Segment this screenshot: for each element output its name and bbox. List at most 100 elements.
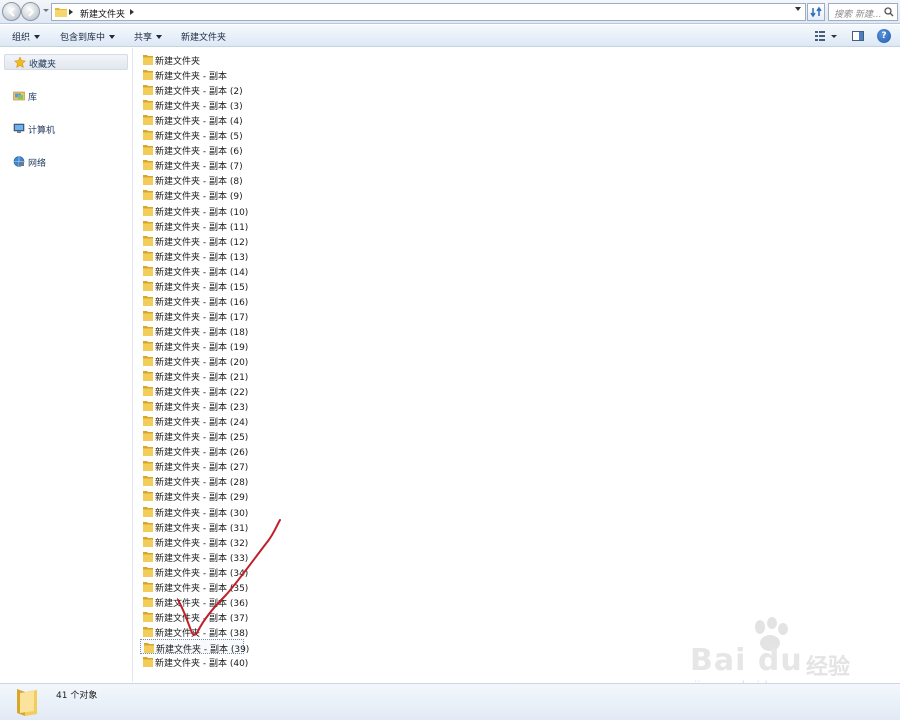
file-name: 新建文件夹 - 副本 (32) [155,539,249,549]
file-list-item[interactable]: 新建文件夹 - 副本 (25) [140,428,250,443]
folder-icon [143,537,153,547]
file-list-item[interactable]: 新建文件夹 - 副本 (26) [140,443,250,458]
file-list-item[interactable]: 新建文件夹 - 副本 (34) [140,564,250,579]
folder-icon [143,461,153,471]
file-list-item[interactable]: 新建文件夹 - 副本 (19) [140,338,250,353]
file-list-item[interactable]: 新建文件夹 - 副本 (13) [140,248,250,263]
file-list-item[interactable]: 新建文件夹 - 副本 (3) [140,97,250,112]
sidebar-item-network[interactable]: 网络 [4,154,128,170]
file-name: 新建文件夹 - 副本 (6) [155,147,243,157]
include-in-library-button[interactable]: 包含到库中 [60,30,116,43]
share-button[interactable]: 共享 [134,30,163,43]
file-list-item[interactable]: 新建文件夹 - 副本 (4) [140,112,250,127]
file-list-item[interactable]: 新建文件夹 - 副本 (24) [140,413,250,428]
folder-icon [143,115,153,125]
file-list-item[interactable]: 新建文件夹 - 副本 (28) [140,473,250,488]
recent-pages-dropdown[interactable] [43,9,49,12]
file-name: 新建文件夹 - 副本 (33) [155,554,249,564]
file-name: 新建文件夹 - 副本 (34) [155,569,249,579]
file-list-item[interactable]: 新建文件夹 - 副本 (39) [140,639,249,655]
file-list-item[interactable]: 新建文件夹 - 副本 [140,67,250,82]
file-list-item[interactable]: 新建文件夹 - 副本 (2) [140,82,250,97]
file-list-item[interactable]: 新建文件夹 - 副本 (23) [140,398,250,413]
search-icon[interactable] [884,7,894,17]
address-history-dropdown[interactable] [795,7,801,11]
file-name: 新建文件夹 - 副本 (11) [155,223,249,233]
folder-icon [143,507,153,517]
file-list-item[interactable]: 新建文件夹 - 副本 (37) [140,609,250,624]
file-list-item[interactable]: 新建文件夹 - 副本 (18) [140,323,250,338]
file-name: 新建文件夹 - 副本 (37) [155,614,249,624]
folder-icon [143,522,153,532]
file-list-item[interactable]: 新建文件夹 - 副本 (40) [140,654,250,669]
file-list-item[interactable]: 新建文件夹 - 副本 (7) [140,157,250,172]
new-folder-button[interactable]: 新建文件夹 [181,30,226,43]
file-list-item[interactable]: 新建文件夹 - 副本 (30) [140,504,250,519]
address-box[interactable]: 新建文件夹 [51,3,806,21]
help-button[interactable]: ? [877,29,891,43]
file-list-item[interactable]: 新建文件夹 - 副本 (35) [140,579,250,594]
sidebar-item-computer[interactable]: 计算机 [4,121,128,137]
file-list-item[interactable]: 新建文件夹 - 副本 (10) [140,203,250,218]
file-list-item[interactable]: 新建文件夹 - 副本 (9) [140,187,250,202]
folder-icon [55,8,67,17]
file-list-item[interactable]: 新建文件夹 - 副本 (16) [140,293,250,308]
file-list-item[interactable]: 新建文件夹 - 副本 (6) [140,142,250,157]
folder-icon [143,657,153,667]
folder-icon [143,55,153,65]
file-list-item[interactable]: 新建文件夹 - 副本 (15) [140,278,250,293]
forward-button[interactable] [21,2,40,21]
file-list-item[interactable]: 新建文件夹 - 副本 (36) [140,594,250,609]
file-list-item[interactable]: 新建文件夹 - 副本 (17) [140,308,250,323]
file-list-item[interactable]: 新建文件夹 - 副本 (11) [140,218,250,233]
file-name: 新建文件夹 - 副本 (12) [155,238,249,248]
file-list-item[interactable]: 新建文件夹 - 副本 (31) [140,519,250,534]
organize-label: 组织 [12,33,31,43]
file-name: 新建文件夹 - 副本 (14) [155,268,249,278]
file-list-item[interactable]: 新建文件夹 - 副本 (8) [140,172,250,187]
watermark-brand-cn: 经验 [806,655,851,680]
file-name: 新建文件夹 - 副本 (28) [155,478,249,488]
file-list-item[interactable]: 新建文件夹 - 副本 (33) [140,549,250,564]
folder-icon [143,175,153,185]
search-input[interactable]: 搜索 新建... [828,3,898,21]
file-list-item[interactable]: 新建文件夹 - 副本 (22) [140,383,250,398]
sidebar-item-label: 库 [28,93,38,103]
folder-icon [143,236,153,246]
chevron-down-icon [34,35,41,39]
folder-icon [143,85,153,95]
file-name: 新建文件夹 - 副本 (5) [155,132,243,142]
file-list-item[interactable]: 新建文件夹 - 副本 (12) [140,233,250,248]
file-name: 新建文件夹 - 副本 (38) [155,629,249,639]
file-list-item[interactable]: 新建文件夹 - 副本 (21) [140,368,250,383]
breadcrumb-separator-icon[interactable] [130,9,134,15]
folder-icon [143,491,153,501]
file-list-item[interactable]: 新建文件夹 - 副本 (32) [140,534,250,549]
file-list-item[interactable]: 新建文件夹 - 副本 (29) [140,488,250,503]
file-list-item[interactable]: 新建文件夹 - 副本 (5) [140,127,250,142]
file-list-item[interactable]: 新建文件夹 - 副本 (20) [140,353,250,368]
file-list-item[interactable]: 新建文件夹 - 副本 (38) [140,624,250,639]
refresh-icon [810,6,822,18]
sidebar-item-favorites[interactable]: 收藏夹 [4,54,128,70]
file-name: 新建文件夹 - 副本 (19) [155,343,249,353]
organize-button[interactable]: 组织 [12,30,41,43]
back-button[interactable] [2,2,21,21]
change-view-button[interactable] [813,29,839,43]
folder-icon [143,371,153,381]
breadcrumb-separator-icon[interactable] [69,9,73,15]
file-name: 新建文件夹 - 副本 (24) [155,418,249,428]
refresh-button[interactable] [807,3,825,21]
file-name: 新建文件夹 - 副本 [155,72,227,82]
file-list-item[interactable]: 新建文件夹 - 副本 (27) [140,458,250,473]
file-name: 新建文件夹 - 副本 (17) [155,313,249,323]
sidebar-item-libraries[interactable]: 库 [4,88,128,104]
file-name: 新建文件夹 - 副本 (30) [155,509,249,519]
breadcrumb-folder[interactable]: 新建文件夹 [80,7,125,20]
file-list-item[interactable]: 新建文件夹 [140,52,250,67]
file-list-item[interactable]: 新建文件夹 - 副本 (14) [140,263,250,278]
file-name: 新建文件夹 - 副本 (40) [155,659,249,669]
preview-pane-button[interactable] [851,29,865,43]
folder-icon [143,326,153,336]
folder-icon [143,567,153,577]
